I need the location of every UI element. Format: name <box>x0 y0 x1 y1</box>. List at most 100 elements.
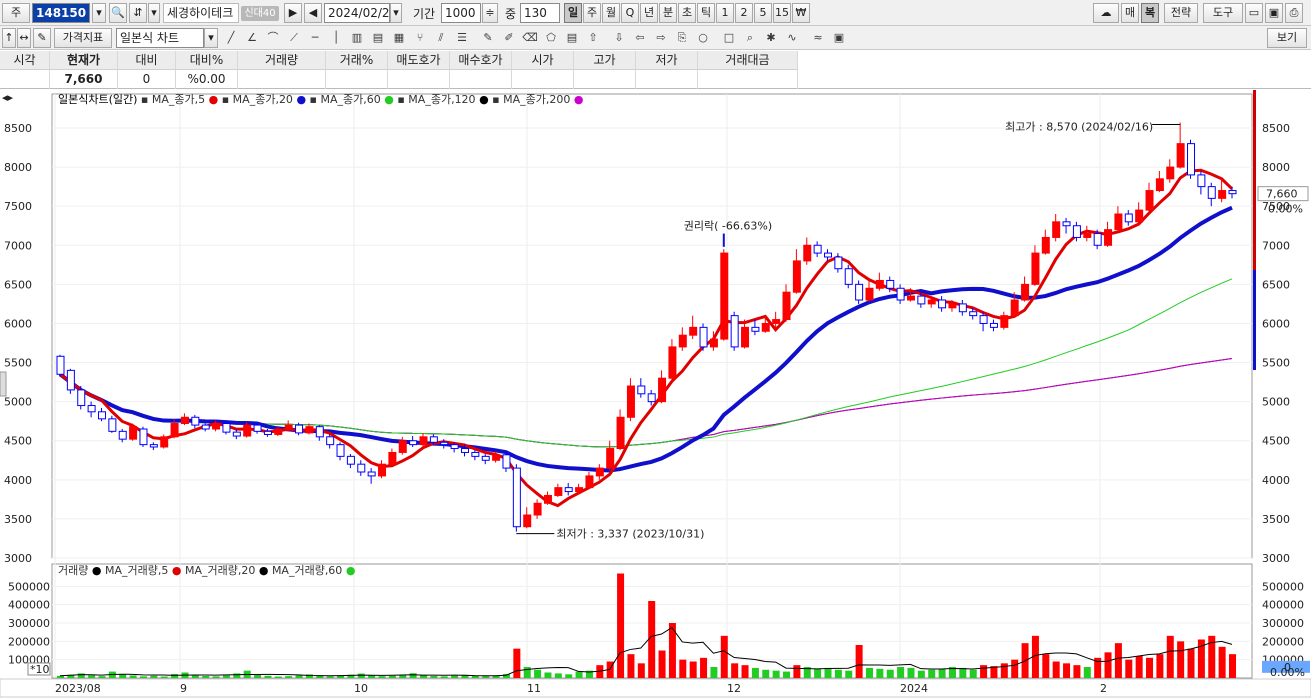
buy-button[interactable]: 매 <box>1121 3 1139 23</box>
period-button[interactable]: 5 <box>754 3 772 23</box>
candle <box>595 467 604 477</box>
stock-code-input[interactable]: 148150 <box>32 3 90 23</box>
period-button[interactable]: 틱 <box>697 3 715 23</box>
edit-icon[interactable]: ✎ <box>33 28 51 48</box>
col-value <box>238 70 326 89</box>
volume-bar <box>222 675 230 678</box>
fib-tool-icon[interactable]: ☰ <box>453 29 471 47</box>
up-tool-icon[interactable]: ⇧ <box>584 29 602 47</box>
period-button[interactable]: ₩ <box>792 3 810 23</box>
chevron-down-icon[interactable]: ▾ <box>148 3 160 23</box>
pencil-tool-icon[interactable]: ✎ <box>479 29 497 47</box>
chevron-down-icon[interactable]: ▾ <box>390 3 402 23</box>
tools-button[interactable]: 도구 <box>1203 3 1243 23</box>
fan-tool-icon[interactable]: ⟋ <box>285 29 303 47</box>
period-button[interactable]: 주 <box>583 3 601 23</box>
price-tick-left: 5500 <box>4 357 32 370</box>
rights-annotation: 권리락( -66.63%) <box>684 220 772 233</box>
strategy-button[interactable]: 전략 <box>1164 3 1198 23</box>
period-button[interactable]: 1 <box>716 3 734 23</box>
arrow-up-icon[interactable]: ↑ <box>2 28 16 48</box>
candle <box>813 244 822 254</box>
price-chart[interactable]: ◂▸ 3000 3000 3500 3500 4000 4000 4500 4500 5000 50… <box>0 90 1311 698</box>
cloud-icon[interactable]: ☁ <box>1093 3 1119 23</box>
eraser-tool-icon[interactable]: ⌫ <box>521 29 539 47</box>
paint-tool-icon[interactable]: ✐ <box>500 29 518 47</box>
zoom-tool-icon[interactable]: ⌕ <box>741 29 759 47</box>
view-button[interactable]: 보기 <box>1267 28 1307 48</box>
vline-tool-icon[interactable]: │ <box>327 29 345 47</box>
col-header: 거래량 <box>238 51 326 70</box>
volume-bar <box>865 667 873 678</box>
candle <box>626 385 635 418</box>
arrow-lr-icon[interactable]: ↔ <box>17 28 31 48</box>
sort-icon[interactable]: ⇵ <box>129 3 147 23</box>
volume-bar <box>648 601 656 678</box>
angle-tool-icon[interactable]: ∠ <box>243 29 261 47</box>
period-button[interactable]: 15 <box>773 3 791 23</box>
legend-item: ▪ MA_종가,20 <box>222 93 297 106</box>
volume-tick-right: 300000 <box>1262 617 1304 630</box>
chart-type-select[interactable]: 일본식 차트 <box>116 28 204 48</box>
clip-tool-icon[interactable]: ⎘ <box>673 29 691 47</box>
volume-bar <box>886 669 894 678</box>
channel-tool-icon[interactable]: ⫽ <box>432 29 450 47</box>
grid-h-tool-icon[interactable]: ▤ <box>369 29 387 47</box>
volume-bar <box>368 675 376 678</box>
grid-v-tool-icon[interactable]: ▥ <box>348 29 366 47</box>
line-tool-icon[interactable]: ╱ <box>222 29 240 47</box>
price-tick-right: 5000 <box>1262 396 1290 409</box>
multi-button[interactable]: 복 <box>1141 3 1159 23</box>
count-input[interactable]: 130 <box>520 3 560 23</box>
period-button[interactable]: Q <box>621 3 639 23</box>
square-tool-icon[interactable]: □ <box>720 29 738 47</box>
period-button[interactable]: 분 <box>659 3 677 23</box>
circle-tool-icon[interactable]: ○ <box>694 29 712 47</box>
spin-icon[interactable]: ≑ <box>482 3 498 23</box>
text-tool-icon[interactable]: ▤ <box>563 29 581 47</box>
volume-bar <box>1000 663 1008 678</box>
fork-tool-icon[interactable]: ⑂ <box>411 29 429 47</box>
search-icon[interactable]: 🔍 <box>109 3 127 23</box>
table-tool-icon[interactable]: ▦ <box>390 29 408 47</box>
sine-tool-icon[interactable]: ≈ <box>809 29 827 47</box>
left-tool-icon[interactable]: ⇦ <box>631 29 649 47</box>
chevron-down-icon[interactable]: ▾ <box>204 28 218 48</box>
count-label: 중 <box>505 7 517 21</box>
wave-tool-icon[interactable]: ∿ <box>783 29 801 47</box>
period-input[interactable]: 1000 <box>441 3 481 23</box>
period-button[interactable]: 년 <box>640 3 658 23</box>
col-value <box>512 70 574 89</box>
chevron-down-icon[interactable]: ▾ <box>92 3 106 23</box>
candle <box>1010 299 1019 317</box>
right-tool-icon[interactable]: ⇨ <box>652 29 670 47</box>
candle <box>118 430 127 440</box>
panel-tool-icon[interactable]: ▣ <box>830 29 848 47</box>
date-input[interactable]: 2024/02/23 <box>324 3 390 23</box>
period-button[interactable]: 초 <box>678 3 696 23</box>
volume-bar <box>523 667 531 678</box>
save-icon[interactable]: ▣ <box>1265 3 1283 23</box>
candle <box>523 514 532 528</box>
shape-tool-icon[interactable]: ⬠ <box>542 29 560 47</box>
prev-icon[interactable]: ◀ <box>304 3 322 23</box>
folder-icon[interactable]: ▭ <box>1245 3 1263 23</box>
candle <box>896 287 905 301</box>
print-icon[interactable]: ⎙ <box>1285 3 1303 23</box>
play-icon[interactable]: ▶ <box>284 3 302 23</box>
period-button[interactable]: 월 <box>602 3 620 23</box>
arc-tool-icon[interactable]: ⌒ <box>264 29 282 47</box>
period-button[interactable]: 일 <box>564 3 582 23</box>
market-tab[interactable]: 주 <box>2 3 30 23</box>
candle <box>388 451 397 465</box>
candle <box>689 326 698 336</box>
volume-tick-right: 500000 <box>1262 580 1304 593</box>
period-button[interactable]: 2 <box>735 3 753 23</box>
hline-tool-icon[interactable]: ─ <box>306 29 324 47</box>
candle <box>398 440 407 453</box>
bug-tool-icon[interactable]: ✱ <box>762 29 780 47</box>
down-tool-icon[interactable]: ⇩ <box>610 29 628 47</box>
price-indicator-button[interactable]: 가격지표 <box>54 28 112 48</box>
volume-bar <box>1063 663 1071 678</box>
col-value <box>388 70 450 89</box>
